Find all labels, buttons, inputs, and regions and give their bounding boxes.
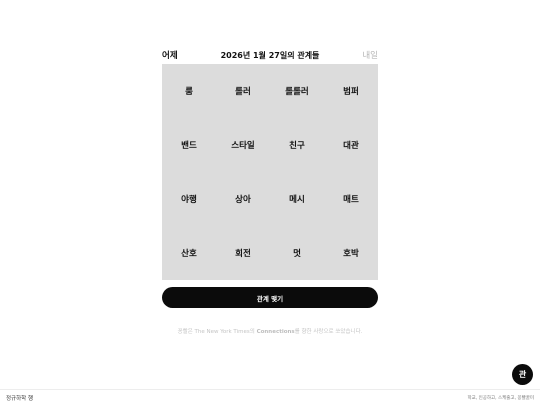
word-tile[interactable]: 상아 [216, 172, 270, 226]
word-grid: 룸 롤러 롤롤러 범퍼 밴드 스타일 친구 대관 야행 상아 메시 매트 산호 … [162, 64, 378, 280]
word-tile[interactable]: 멋 [270, 226, 324, 280]
word-tile[interactable]: 산호 [162, 226, 216, 280]
word-tile[interactable]: 친구 [270, 118, 324, 172]
connect-button[interactable]: 관계 맺기 [162, 287, 378, 308]
word-tile[interactable]: 메시 [270, 172, 324, 226]
word-tile[interactable]: 룸 [162, 64, 216, 118]
word-tile[interactable]: 롤롤러 [270, 64, 324, 118]
page-title: 2026년 1월 27일의 관계들 [220, 50, 320, 60]
footer-brand[interactable]: 정규하학 행 [6, 394, 33, 402]
word-tile[interactable]: 회전 [216, 226, 270, 280]
word-tile[interactable]: 스타일 [216, 118, 270, 172]
footer: 정규하학 행 학교, 인공하고, 스케줄고, 꽁빨꿀미 [0, 389, 540, 405]
word-tile[interactable]: 매트 [324, 172, 378, 226]
word-tile[interactable]: 야행 [162, 172, 216, 226]
word-tile[interactable]: 롤러 [216, 64, 270, 118]
credit-connections-link[interactable]: Connections [257, 329, 295, 335]
puzzle-header: 어제 2026년 1월 27일의 관계들 내일 [162, 48, 378, 62]
word-tile[interactable]: 대관 [324, 118, 378, 172]
word-tile[interactable]: 밴드 [162, 118, 216, 172]
prev-day-link[interactable]: 어제 [162, 49, 178, 61]
word-tile[interactable]: 범퍼 [324, 64, 378, 118]
footer-links[interactable]: 학교, 인공하고, 스케줄고, 꽁빨꿀미 [467, 395, 534, 401]
word-tile[interactable]: 호박 [324, 226, 378, 280]
next-day-link[interactable]: 내일 [362, 49, 378, 61]
credit-after: 를 향한 사랑으로 쏘았습니다. [294, 329, 363, 335]
floating-menu-button[interactable]: 관 [512, 364, 533, 385]
credit-before: 꽁빨은 The New York Times의 [177, 329, 257, 335]
credit-text: 꽁빨은 The New York Times의 Connections를 향한 … [162, 327, 378, 335]
